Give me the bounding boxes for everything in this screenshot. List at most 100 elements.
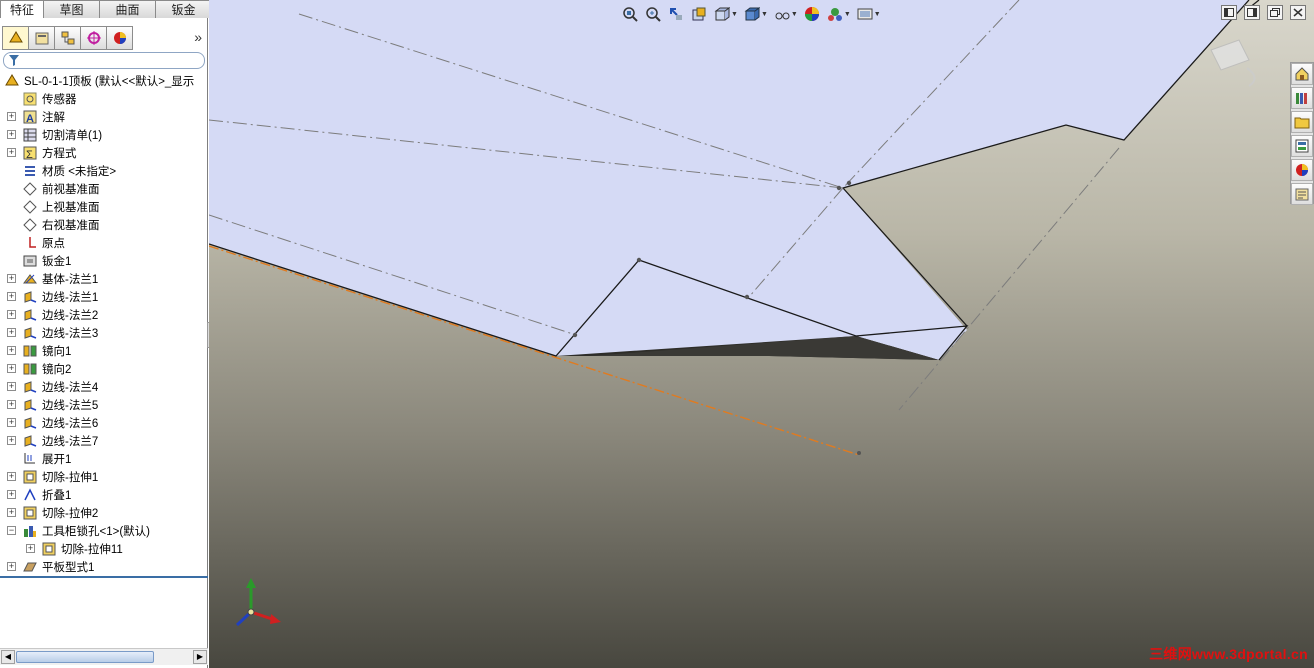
command-tab[interactable]: 草图 — [43, 0, 100, 18]
view-cube-icon[interactable] — [1210, 39, 1256, 87]
chevron-down-icon[interactable]: ▼ — [791, 11, 798, 18]
configuration-manager-tab[interactable] — [54, 26, 81, 50]
display-style-button[interactable] — [742, 4, 762, 24]
tree-expander-icon[interactable]: + — [7, 472, 16, 481]
tree-node[interactable]: 右视基准面 — [0, 216, 208, 234]
zoom-to-area-button[interactable] — [643, 4, 663, 24]
chevron-down-icon[interactable]: ▼ — [761, 11, 768, 18]
command-tab[interactable]: 特征 — [0, 0, 44, 18]
solidworks-resources-button[interactable] — [1291, 63, 1313, 85]
file-explorer-button[interactable] — [1291, 111, 1313, 133]
horizontal-scrollbar[interactable]: ◀ ▶ — [0, 648, 208, 665]
tree-node-label: 边线-法兰7 — [42, 436, 99, 448]
tree-expander-icon[interactable]: + — [7, 148, 16, 157]
more-tabs-chevron-icon[interactable]: » — [194, 29, 202, 45]
tree-node[interactable]: + 边线-法兰1 — [0, 288, 208, 306]
dimxpert-manager-tab[interactable] — [80, 26, 107, 50]
feature-manager-tab[interactable] — [2, 26, 29, 50]
tree-expander-icon[interactable]: + — [7, 382, 16, 391]
previous-view-button[interactable] — [666, 4, 686, 24]
tree-node[interactable]: + 边线-法兰6 — [0, 414, 208, 432]
tree-node[interactable]: 展开1 — [0, 450, 208, 468]
hide-show-items-button[interactable] — [772, 4, 792, 24]
restore-right-button[interactable] — [1244, 5, 1260, 20]
tree-node[interactable]: + A 注解 — [0, 108, 208, 126]
tree-expander-icon[interactable]: + — [7, 400, 16, 409]
scroll-left-button[interactable]: ◀ — [1, 650, 15, 664]
tree-node[interactable]: 前视基准面 — [0, 180, 208, 198]
tree-node[interactable]: + 镜向2 — [0, 360, 208, 378]
tree-expander-icon[interactable]: + — [7, 310, 16, 319]
tree-node[interactable]: − 工具柜锁孔<1>(默认) — [0, 522, 208, 540]
tree-expander-icon[interactable]: + — [26, 544, 35, 553]
chevron-down-icon[interactable]: ▼ — [874, 11, 881, 18]
tree-node[interactable]: + 切割清单(1) — [0, 126, 208, 144]
tree-node[interactable]: + 边线-法兰7 — [0, 432, 208, 450]
tree-node[interactable]: 原点 — [0, 234, 208, 252]
tree-expander-icon[interactable]: + — [7, 274, 16, 283]
view-orientation-button[interactable] — [712, 4, 732, 24]
tree-expander-icon[interactable]: + — [7, 328, 16, 337]
feature-tree: SL-0-1-1顶板 (默认<<默认>_显示 传感器 + A 注解 + 切割清单(1) + Σ 方… — [0, 72, 208, 576]
tree-node[interactable]: 钣金1 — [0, 252, 208, 270]
sheet-face[interactable] — [209, 0, 1249, 360]
sheet-metal-model[interactable] — [209, 0, 1314, 668]
chevron-down-icon[interactable]: ▼ — [731, 11, 738, 18]
filter-funnel-icon — [9, 55, 19, 66]
design-library-button[interactable] — [1291, 87, 1313, 109]
view-settings-button[interactable] — [855, 4, 875, 24]
tree-node[interactable]: 上视基准面 — [0, 198, 208, 216]
tree-node[interactable]: + 折叠1 — [0, 486, 208, 504]
tree-node[interactable]: SL-0-1-1顶板 (默认<<默认>_显示 — [0, 72, 208, 90]
tree-expander-icon[interactable]: + — [7, 418, 16, 427]
tree-node[interactable]: + Σ 方程式 — [0, 144, 208, 162]
tree-divider[interactable] — [0, 576, 208, 578]
tree-node[interactable]: + 切除-拉伸2 — [0, 504, 208, 522]
restore-left-button[interactable] — [1221, 5, 1237, 20]
display-manager-tab[interactable] — [106, 26, 133, 50]
apply-scene-button[interactable] — [825, 4, 845, 24]
zoom-to-fit-button[interactable] — [620, 4, 640, 24]
tree-node[interactable]: + 切除-拉伸11 — [0, 540, 208, 558]
tree-expander-icon[interactable]: − — [7, 526, 16, 535]
annotation-icon: A — [23, 110, 37, 125]
tree-expander-icon[interactable]: + — [7, 436, 16, 445]
tree-expander-icon[interactable]: + — [7, 292, 16, 301]
tree-expander-icon[interactable]: + — [7, 508, 16, 517]
tree-expander-icon[interactable]: + — [7, 490, 16, 499]
tree-node[interactable]: 材质 <未指定> — [0, 162, 208, 180]
tree-expander-icon[interactable]: + — [7, 364, 16, 373]
graphics-area[interactable]: ▼ ▼ ▼ ▼ ▼ 三维网www.3dportal.cn — [209, 0, 1314, 668]
tree-expander-icon[interactable]: + — [7, 562, 16, 571]
tree-node[interactable]: + 基体-法兰1 — [0, 270, 208, 288]
property-manager-tab[interactable] — [28, 26, 55, 50]
command-tab[interactable]: 钣金 — [155, 0, 212, 18]
chevron-down-icon[interactable]: ▼ — [844, 11, 851, 18]
scroll-right-button[interactable]: ▶ — [193, 650, 207, 664]
command-tab[interactable]: 曲面 — [99, 0, 156, 18]
material-icon — [25, 166, 35, 176]
restore-window-button[interactable] — [1267, 5, 1283, 20]
scrollbar-thumb[interactable] — [16, 651, 154, 663]
close-window-button[interactable] — [1290, 5, 1306, 20]
tree-node[interactable]: + 边线-法兰2 — [0, 306, 208, 324]
tree-node[interactable]: + 平板型式1 — [0, 558, 208, 576]
tree-node[interactable]: + 切除-拉伸1 — [0, 468, 208, 486]
tree-node[interactable]: + 边线-法兰5 — [0, 396, 208, 414]
edge-flange-icon — [24, 399, 37, 411]
tree-node[interactable]: + 边线-法兰3 — [0, 324, 208, 342]
tree-node[interactable]: + 镜向1 — [0, 342, 208, 360]
view-palette-button[interactable] — [1291, 135, 1313, 157]
tree-expander-icon[interactable]: + — [7, 130, 16, 139]
appearances-scenes-button[interactable] — [1291, 159, 1313, 181]
heads-up-view-toolbar: ▼ ▼ ▼ ▼ ▼ — [620, 4, 885, 24]
section-view-button[interactable] — [689, 4, 709, 24]
edit-appearance-button[interactable] — [802, 4, 822, 24]
tree-expander-icon[interactable]: + — [7, 112, 16, 121]
feature-filter-input[interactable] — [3, 52, 205, 69]
property-manager-icon — [35, 32, 48, 45]
custom-properties-button[interactable] — [1291, 183, 1313, 205]
tree-node[interactable]: 传感器 — [0, 90, 208, 108]
tree-expander-icon[interactable]: + — [7, 346, 16, 355]
tree-node[interactable]: + 边线-法兰4 — [0, 378, 208, 396]
